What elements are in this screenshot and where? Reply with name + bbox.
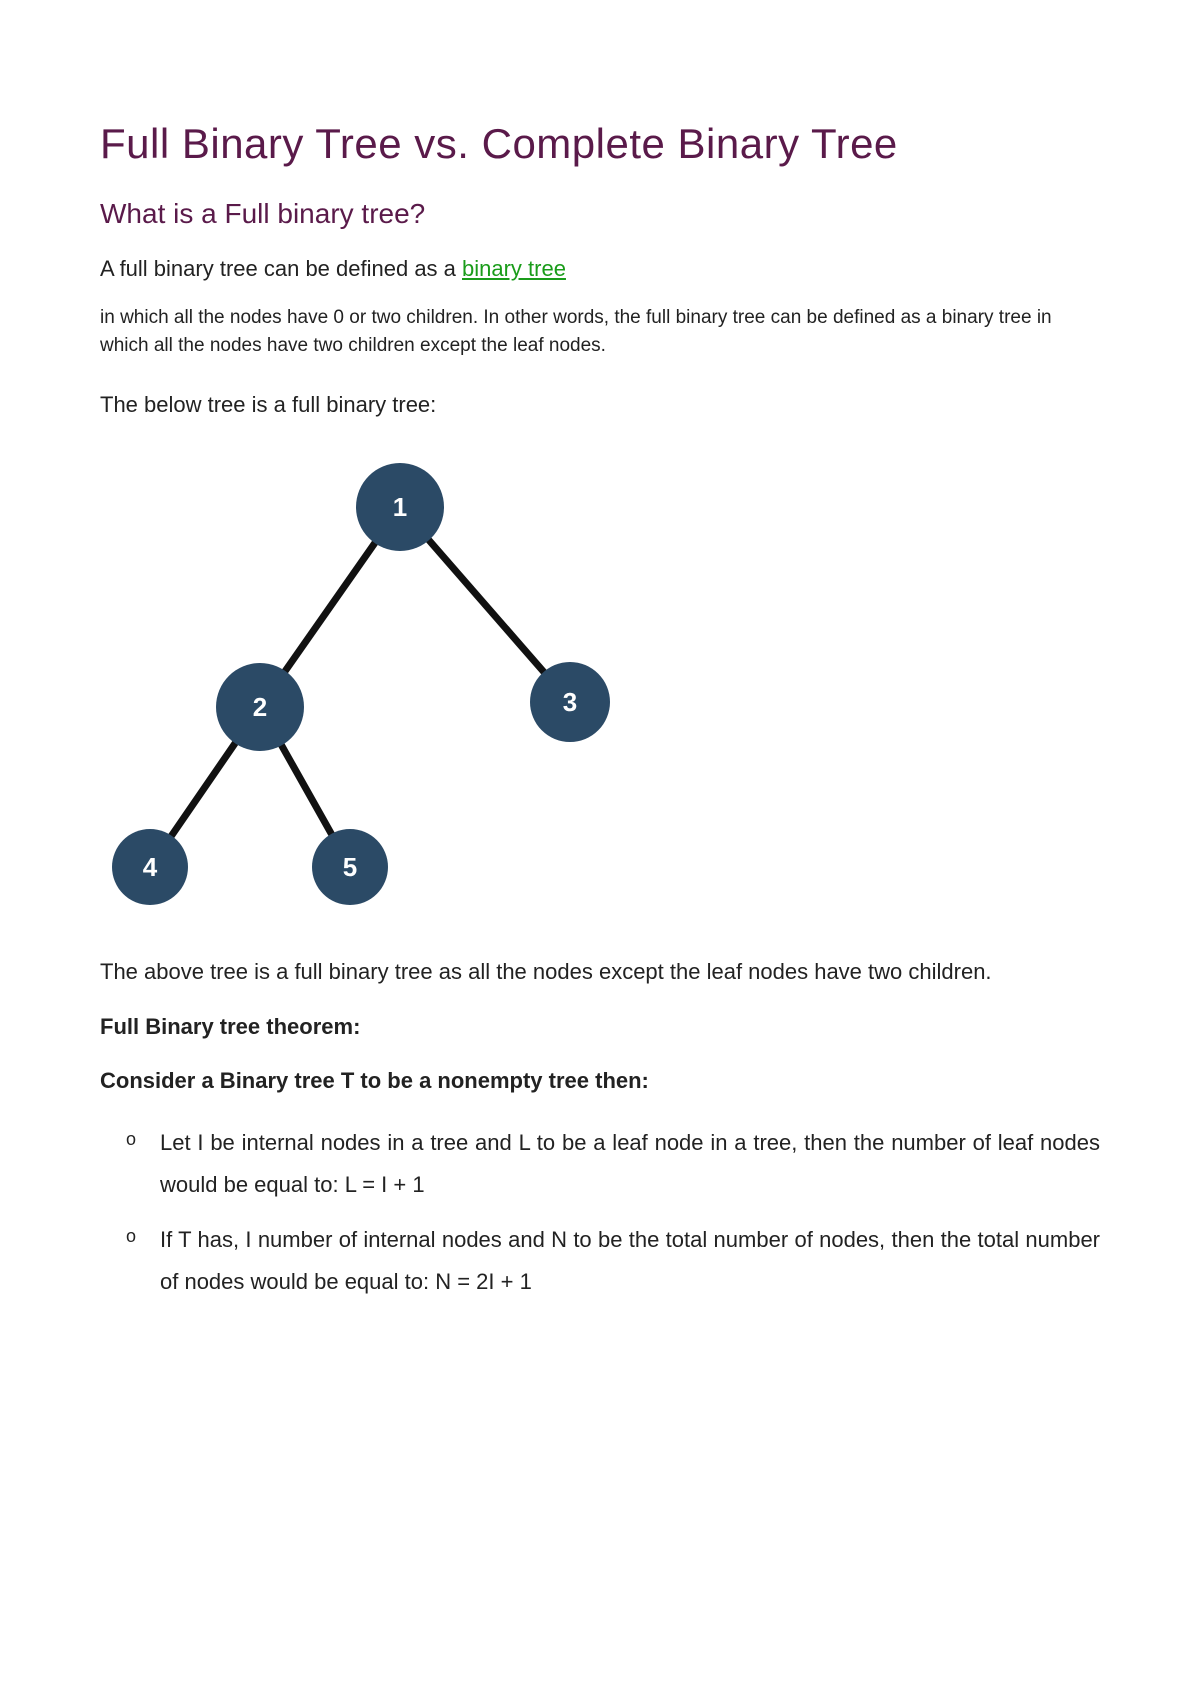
- theorem-list: Let I be internal nodes in a tree and L …: [100, 1122, 1100, 1303]
- tree-node-label: 5: [343, 852, 357, 882]
- binary-tree-link[interactable]: binary tree: [462, 256, 566, 281]
- intro-text-pre: A full binary tree can be defined as a: [100, 256, 462, 281]
- tree-node-label: 2: [253, 692, 267, 722]
- list-item: If T has, I number of internal nodes and…: [160, 1219, 1100, 1303]
- tree-node-label: 3: [563, 687, 577, 717]
- tree-node-label: 1: [393, 492, 407, 522]
- theorem-heading: Full Binary tree theorem:: [100, 1014, 1100, 1040]
- diagram-caption-above: The below tree is a full binary tree:: [100, 389, 1100, 421]
- intro-paragraph: A full binary tree can be defined as a b…: [100, 256, 1100, 282]
- theorem-consider: Consider a Binary tree T to be a nonempt…: [100, 1068, 1100, 1094]
- diagram-caption-below: The above tree is a full binary tree as …: [100, 957, 1100, 988]
- definition-paragraph: in which all the nodes have 0 or two chi…: [100, 304, 1100, 359]
- tree-diagram: 1 2 3 4 5: [100, 447, 1100, 917]
- tree-node-label: 4: [143, 852, 158, 882]
- section-heading: What is a Full binary tree?: [100, 198, 1100, 230]
- list-item: Let I be internal nodes in a tree and L …: [160, 1122, 1100, 1206]
- tree-svg: 1 2 3 4 5: [100, 447, 660, 917]
- page-title: Full Binary Tree vs. Complete Binary Tre…: [100, 120, 1100, 168]
